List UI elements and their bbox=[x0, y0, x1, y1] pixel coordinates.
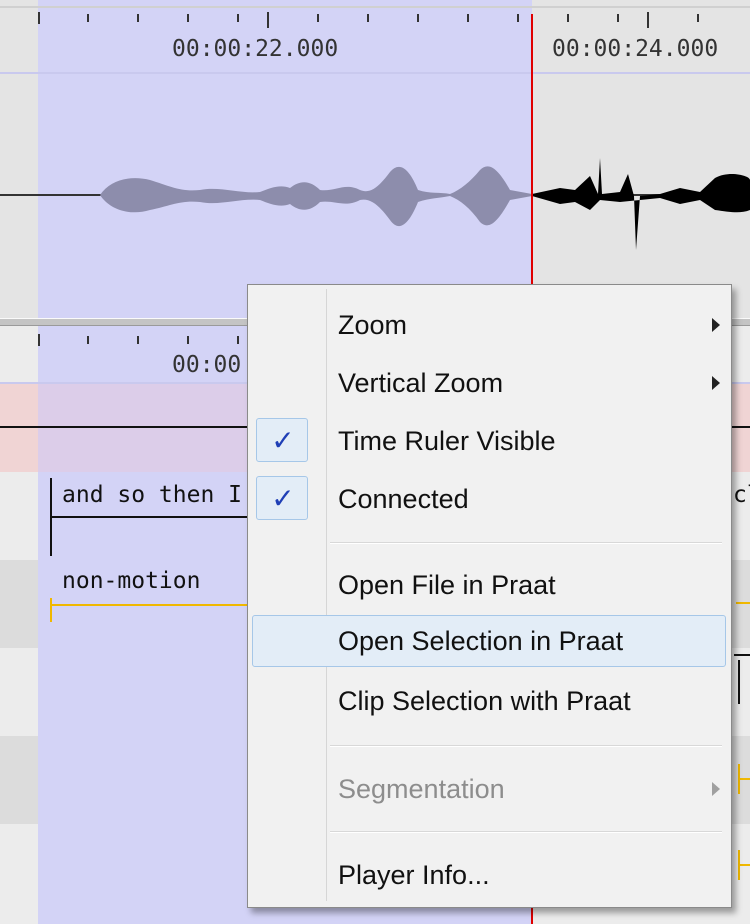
chevron-right-icon bbox=[712, 318, 720, 332]
ruler-tick bbox=[137, 336, 139, 344]
ruler-tick bbox=[38, 334, 40, 346]
ruler-tick bbox=[617, 14, 619, 22]
ruler-tick bbox=[237, 14, 239, 22]
ruler-tick-major bbox=[647, 12, 649, 28]
ruler-tick bbox=[237, 336, 239, 344]
chevron-right-icon bbox=[712, 782, 720, 796]
annotation-motion[interactable]: non-motion bbox=[62, 568, 200, 594]
annotation-line bbox=[50, 516, 250, 518]
ruler-top-edge bbox=[0, 6, 750, 8]
menu-item-label: Zoom bbox=[338, 310, 408, 340]
menu-item-label: Segmentation bbox=[338, 774, 505, 804]
annotation-line bbox=[736, 602, 750, 604]
menu-item-label: Vertical Zoom bbox=[338, 368, 504, 398]
menu-item-open-file-in-praat[interactable]: Open File in Praat bbox=[252, 559, 726, 611]
menu-item-label: Time Ruler Visible bbox=[338, 426, 556, 456]
ruler-tick bbox=[38, 12, 40, 24]
ruler-time-label: 00:00:22.000 bbox=[172, 36, 339, 62]
menu-item-connected[interactable]: ✓ Connected bbox=[252, 473, 726, 525]
menu-item-clip-selection-with-praat[interactable]: Clip Selection with Praat bbox=[252, 675, 726, 727]
menu-separator bbox=[330, 745, 722, 747]
menu-separator bbox=[330, 831, 722, 833]
menu-item-vertical-zoom[interactable]: Vertical Zoom bbox=[252, 357, 726, 409]
context-menu[interactable]: Zoom Vertical Zoom ✓ Time Ruler Visible … bbox=[247, 284, 732, 908]
menu-item-open-selection-in-praat[interactable]: Open Selection in Praat bbox=[252, 615, 726, 667]
ruler-tick bbox=[567, 14, 569, 22]
check-icon: ✓ bbox=[271, 424, 295, 457]
ruler-time-label: 00:00 bbox=[172, 352, 242, 378]
annotation-line bbox=[50, 604, 250, 606]
annotation-line bbox=[734, 654, 750, 656]
menu-item-player-info[interactable]: Player Info... bbox=[252, 849, 726, 901]
annotation-boundary bbox=[50, 598, 52, 622]
menu-item-label: Connected bbox=[338, 484, 469, 514]
check-indicator: ✓ bbox=[256, 476, 308, 520]
annotation-words[interactable]: and so then I bbox=[62, 482, 242, 508]
menu-item-label: Clip Selection with Praat bbox=[338, 686, 631, 716]
ruler-tick bbox=[317, 14, 319, 22]
menu-separator bbox=[330, 542, 722, 544]
ruler-time-label: 00:00:24.000 bbox=[552, 36, 719, 62]
menu-item-label: Open File in Praat bbox=[338, 570, 556, 600]
menu-item-segmentation[interactable]: Segmentation bbox=[252, 763, 726, 815]
annotation-boundary bbox=[738, 660, 740, 704]
check-icon: ✓ bbox=[271, 482, 295, 515]
ruler-tick bbox=[697, 14, 699, 22]
check-indicator: ✓ bbox=[256, 418, 308, 462]
ruler-tick bbox=[367, 14, 369, 22]
ruler-tick bbox=[87, 336, 89, 344]
ruler-tick bbox=[187, 336, 189, 344]
ruler-tick bbox=[137, 14, 139, 22]
ruler-tick bbox=[417, 14, 419, 22]
annotation-line bbox=[738, 778, 750, 780]
menu-item-label: Open Selection in Praat bbox=[338, 626, 624, 656]
ruler-tick bbox=[517, 14, 519, 22]
ruler-tick bbox=[187, 14, 189, 22]
ruler-tick bbox=[87, 14, 89, 22]
chevron-right-icon bbox=[712, 376, 720, 390]
menu-item-label: Player Info... bbox=[338, 860, 490, 890]
annotation-words-partial[interactable]: cl bbox=[733, 482, 750, 508]
ruler-tick-major bbox=[267, 12, 269, 28]
annotation-line bbox=[738, 864, 750, 866]
playback-cursor[interactable] bbox=[531, 14, 533, 318]
waveform bbox=[0, 158, 750, 250]
ruler-baseline bbox=[0, 72, 750, 74]
menu-item-zoom[interactable]: Zoom bbox=[252, 299, 726, 351]
ruler-tick bbox=[467, 14, 469, 22]
menu-item-time-ruler-visible[interactable]: ✓ Time Ruler Visible bbox=[252, 415, 726, 467]
